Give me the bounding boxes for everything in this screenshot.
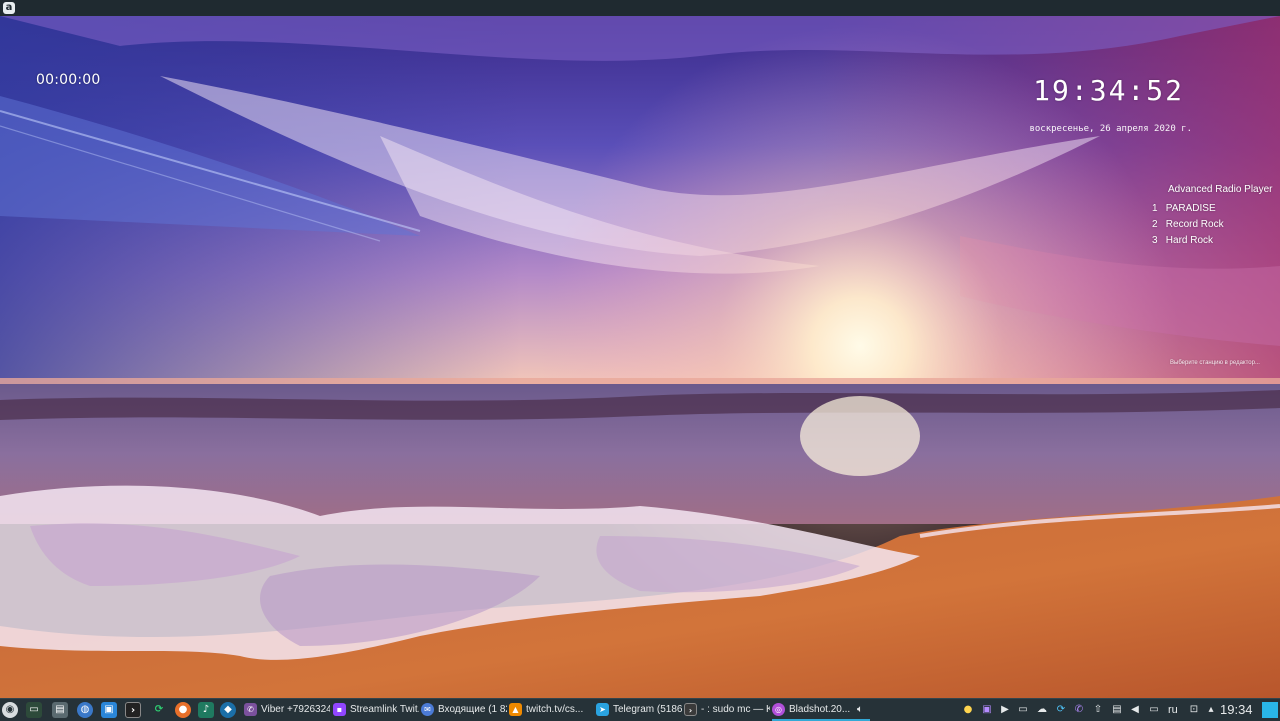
radio-station-item[interactable]: 2 Record Rock: [1152, 219, 1224, 230]
viber-tray-icon[interactable]: ✆: [1073, 704, 1085, 716]
mail-icon: ✉: [421, 702, 434, 716]
taskbar: ◉ ▭ ▤ ◍ ▣ › ⟳ ● ♪ ◆ ✆Viber +7926324... ▪…: [0, 698, 1280, 721]
stopwatch-widget: 00:00:00: [36, 72, 101, 88]
radio-station-number: 3: [1152, 235, 1158, 246]
terminal-icon[interactable]: ›: [125, 702, 141, 718]
display-icon[interactable]: ▭: [1148, 704, 1160, 716]
radio-station-item[interactable]: 3 Hard Rock: [1152, 235, 1213, 246]
store-icon[interactable]: ▣: [101, 702, 117, 718]
radio-station-name: Record Rock: [1165, 219, 1224, 230]
task-image-viewer[interactable]: ◎ Bladshot.20... 🔈︎: [772, 699, 870, 721]
top-panel: a: [0, 0, 1280, 17]
chevron-up-icon[interactable]: ▴: [1205, 704, 1217, 716]
network-icon[interactable]: ⊡: [1188, 704, 1200, 716]
cloud-icon[interactable]: ☁: [1036, 704, 1048, 716]
show-desktop-button[interactable]: [1262, 702, 1278, 718]
task-streamlink[interactable]: ▪ Streamlink Twit...: [333, 699, 419, 721]
vlc-icon: ▲: [509, 702, 522, 716]
desktop-date: воскресенье, 26 апреля 2020 г.: [1029, 124, 1192, 134]
radio-station-name: PARADISE: [1165, 203, 1216, 214]
viber-icon: ✆: [244, 702, 257, 716]
task-telegram[interactable]: ➤ Telegram (5186): [596, 699, 682, 721]
speaker-icon: 🔈︎: [856, 704, 863, 715]
media-play-icon[interactable]: ▶: [999, 704, 1011, 716]
sync-tray-icon[interactable]: ⟳: [1055, 704, 1067, 716]
weather-icon[interactable]: ●: [962, 704, 974, 716]
screen-icon[interactable]: ▭: [1017, 704, 1029, 716]
radio-station-name: Hard Rock: [1165, 235, 1214, 246]
twitch-icon: ▪: [333, 702, 346, 716]
firefox-icon[interactable]: ●: [175, 702, 191, 718]
volume-icon[interactable]: ◀: [1129, 704, 1141, 716]
radio-station-number: 1: [1152, 203, 1158, 214]
steam-icon[interactable]: ◆: [220, 702, 236, 718]
keyboard-layout-indicator[interactable]: ru: [1168, 699, 1178, 721]
clipboard-icon[interactable]: ▤: [1111, 704, 1123, 716]
app-menu-icon[interactable]: a: [3, 2, 15, 14]
radio-station-number: 2: [1152, 219, 1158, 230]
radio-station-item[interactable]: 1 PARADISE: [1152, 203, 1216, 214]
desktop-wallpaper: [0, 16, 1280, 698]
terminal-icon: ›: [684, 702, 697, 716]
telegram-icon: ➤: [596, 702, 609, 716]
app-launcher-icon[interactable]: ◉: [2, 702, 18, 718]
twitch-tray-icon[interactable]: ▣: [981, 704, 993, 716]
beach-sunset-image: [0, 16, 1280, 698]
torrent-icon[interactable]: ♪: [198, 702, 214, 718]
sync-icon[interactable]: ⟳: [151, 702, 167, 718]
desktop-clock: 19:34:52: [1033, 74, 1184, 107]
radio-hint: Выберите станцию в редактор...: [1170, 360, 1260, 366]
updates-icon[interactable]: ⇧: [1092, 704, 1104, 716]
taskbar-clock[interactable]: 19:34: [1220, 699, 1253, 721]
task-terminal[interactable]: ›- : sudo mc — K...: [684, 699, 770, 721]
radio-player-title: Advanced Radio Player: [1168, 184, 1273, 195]
image-viewer-icon: ◎: [772, 702, 785, 716]
system-monitor-icon[interactable]: ▭: [26, 702, 42, 718]
browser-icon[interactable]: ◍: [77, 702, 93, 718]
task-vlc[interactable]: ▲ twitch.tv/cs...: [509, 699, 589, 721]
file-manager-icon[interactable]: ▤: [52, 702, 68, 718]
task-mail[interactable]: ✉Входящие (1 82...: [421, 699, 507, 721]
task-viber[interactable]: ✆Viber +7926324...: [244, 699, 330, 721]
